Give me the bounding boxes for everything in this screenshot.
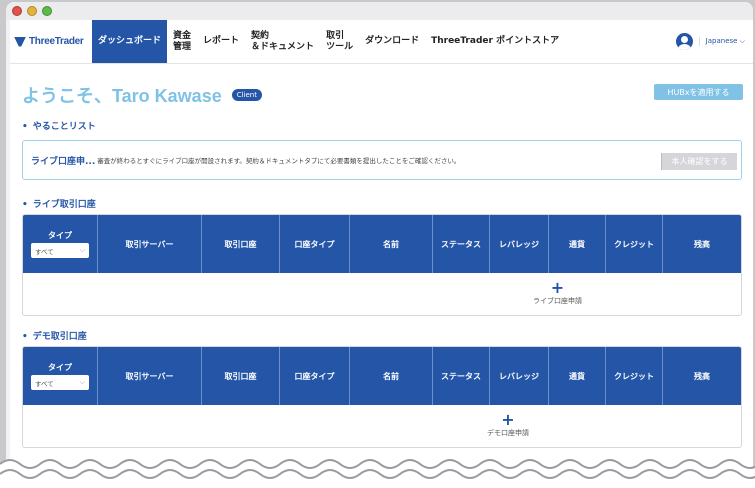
column-header: クレジット [606,347,663,405]
nav-item-contracts[interactable]: 契約 ＆ドキュメント [245,20,320,63]
table-header: タイプ すべて ⌵ 取引サーバー 取引口座 口座タイプ 名前 ステータス レバレ… [23,215,741,273]
column-header: ステータス [433,347,490,405]
column-header: 取引サーバー [98,347,202,405]
demo-accounts-section-title: デモ取引口座 [22,329,87,342]
dashboard-page: ThreeTrader ダッシュボード 資金 管理 レポート 契約 ＆ドキュメン… [10,20,753,486]
browser-window: ThreeTrader ダッシュボード 資金 管理 レポート 契約 ＆ドキュメン… [6,2,753,486]
column-header: 口座タイプ [280,215,350,273]
torn-edge-decoration [0,459,755,488]
nav-item-reports[interactable]: レポート [197,20,245,63]
apply-demo-account-button[interactable]: + デモ口座申請 [487,410,529,438]
todo-item-title: ライブ口座申... [31,156,96,167]
apply-live-account-label: ライブ口座申請 [533,297,582,305]
type-filter-value: すべて [35,379,54,388]
type-filter-value: すべて [35,247,54,256]
todo-item-description: 審査が終わるとすぐにライブ口座が開設されます。契約＆ドキュメントタブにて必要書類… [97,157,461,165]
column-header: 通貨 [549,215,606,273]
column-header: レバレッジ [490,347,549,405]
table-body: + デモ口座申請 [23,405,741,447]
table-body: + ライブ口座申請 [23,273,741,315]
column-header: レバレッジ [490,215,549,273]
minimize-window-dot[interactable] [27,6,37,16]
live-accounts-section-title: ライブ取引口座 [22,197,96,210]
type-filter-cell: タイプ すべて ⌵ [23,215,98,273]
column-header: 名前 [350,215,433,273]
nav-item-funds[interactable]: 資金 管理 [167,20,197,63]
column-header: クレジット [606,215,663,273]
chevron-down-icon: ⌵ [79,246,85,254]
close-window-dot[interactable] [12,6,22,16]
column-header: 取引口座 [202,215,280,273]
logo-icon [14,36,26,47]
window-titlebar [6,2,753,20]
live-accounts-table: タイプ すべて ⌵ 取引サーバー 取引口座 口座タイプ 名前 ステータス レバレ… [22,214,742,316]
welcome-greeting: ようこそ、Taro Kawase [22,86,222,106]
type-filter-select[interactable]: すべて ⌵ [31,375,89,390]
nav-item-downloads[interactable]: ダウンロード [359,20,425,63]
column-header: 取引口座 [202,347,280,405]
nav-menu: ダッシュボード 資金 管理 レポート 契約 ＆ドキュメント 取引 ツール ダウン… [92,20,565,63]
nav-item-trading-tools[interactable]: 取引 ツール [320,20,359,63]
chevron-down-icon: ⌵ [79,378,85,386]
type-filter-cell: タイプ すべて ⌵ [23,347,98,405]
top-nav: ThreeTrader ダッシュボード 資金 管理 レポート 契約 ＆ドキュメン… [10,20,753,64]
user-avatar-icon[interactable] [675,33,693,50]
todo-section-title: やることリスト [22,119,96,132]
apply-hubx-button[interactable]: HUBxを適用する [654,84,743,100]
language-selector[interactable]: Japanese ⌵ [698,37,745,46]
apply-demo-account-label: デモ口座申請 [487,429,529,437]
apply-live-account-button[interactable]: + ライブ口座申請 [533,278,582,306]
column-header: 名前 [350,347,433,405]
plus-icon: + [550,278,565,297]
demo-accounts-table: タイプ すべて ⌵ 取引サーバー 取引口座 口座タイプ 名前 ステータス レバレ… [22,346,742,448]
client-badge: Client [231,89,262,101]
nav-right: Japanese ⌵ [675,20,753,63]
column-header: 通貨 [549,347,606,405]
verify-identity-button[interactable]: 本人確認をする [661,153,737,170]
welcome-header: ようこそ、Taro Kawase Client [22,82,262,108]
type-filter-label: タイプ [48,363,72,372]
column-header: 残高 [694,371,710,381]
plus-icon: + [501,410,515,429]
type-filter-select[interactable]: すべて ⌵ [31,243,89,258]
column-header: 残高 [694,239,710,249]
column-header: 口座タイプ [280,347,350,405]
type-filter-label: タイプ [48,231,72,240]
brand-logo[interactable]: ThreeTrader [10,20,92,63]
nav-item-dashboard[interactable]: ダッシュボード [92,20,168,63]
nav-item-point-store[interactable]: ThreeTrader ポイントストア [425,20,565,63]
table-header: タイプ すべて ⌵ 取引サーバー 取引口座 口座タイプ 名前 ステータス レバレ… [23,347,741,405]
column-header: ステータス [433,215,490,273]
column-header: 取引サーバー [98,215,202,273]
logo-text: ThreeTrader [29,36,84,47]
todo-item: ライブ口座申... 審査が終わるとすぐにライブ口座が開設されます。契約＆ドキュメ… [22,140,742,180]
maximize-window-dot[interactable] [42,6,52,16]
